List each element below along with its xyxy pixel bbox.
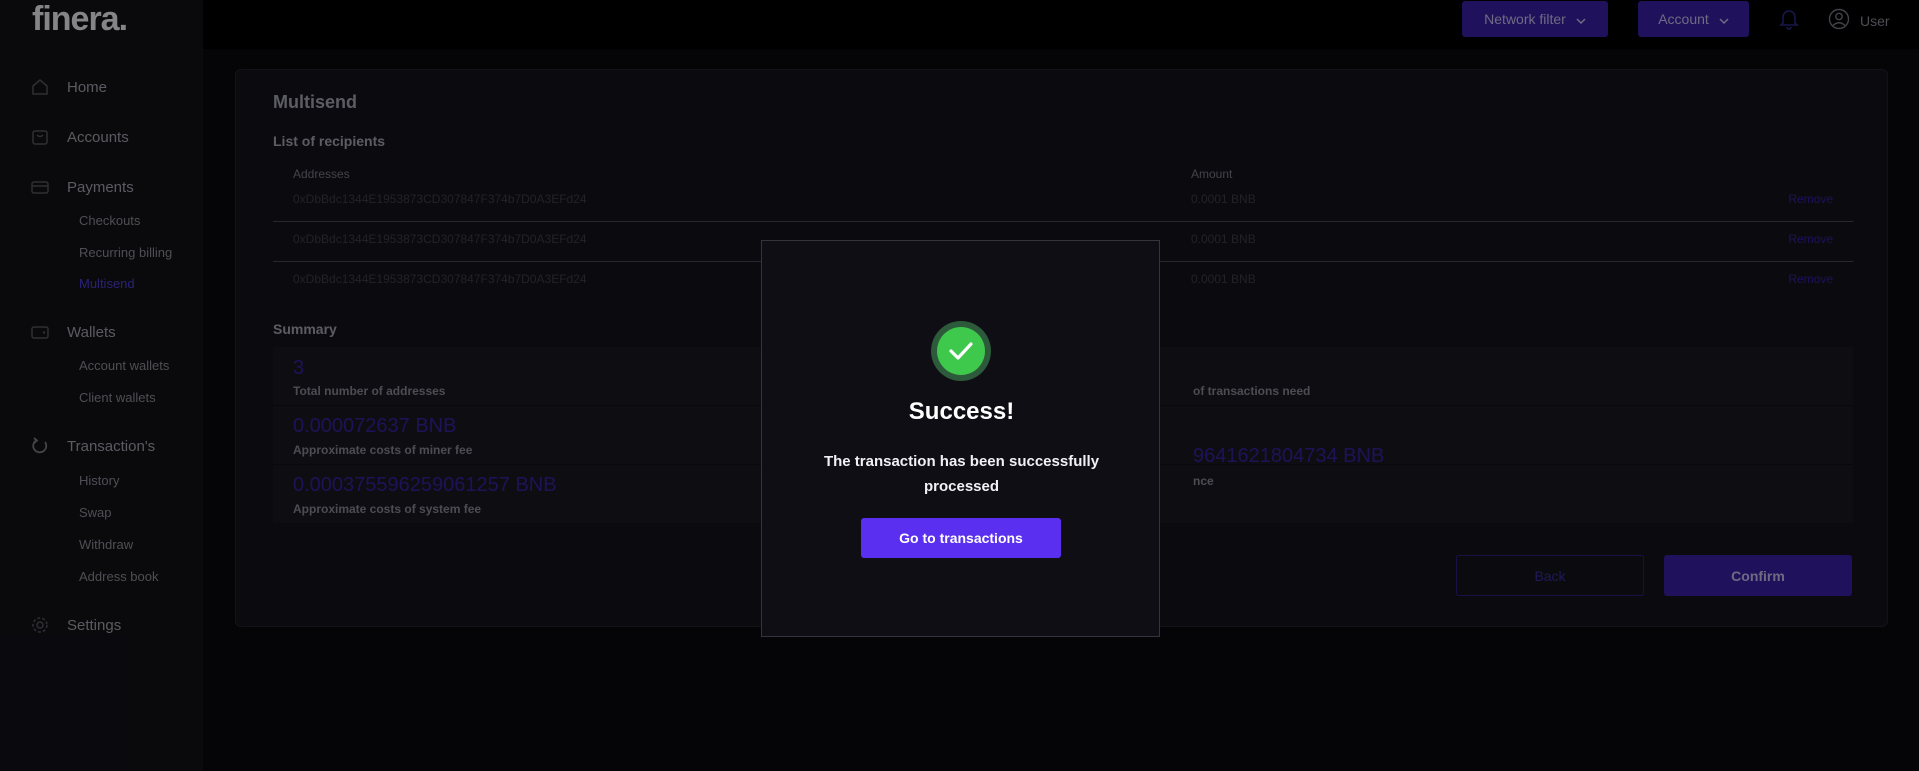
modal-message: The transaction has been successfully pr… xyxy=(823,453,1100,495)
go-to-transactions-button[interactable]: Go to transactions xyxy=(861,518,1061,558)
success-check-icon xyxy=(931,321,991,381)
success-modal: Success! The transaction has been succes… xyxy=(761,240,1160,637)
modal-title: Success! xyxy=(908,398,1015,425)
